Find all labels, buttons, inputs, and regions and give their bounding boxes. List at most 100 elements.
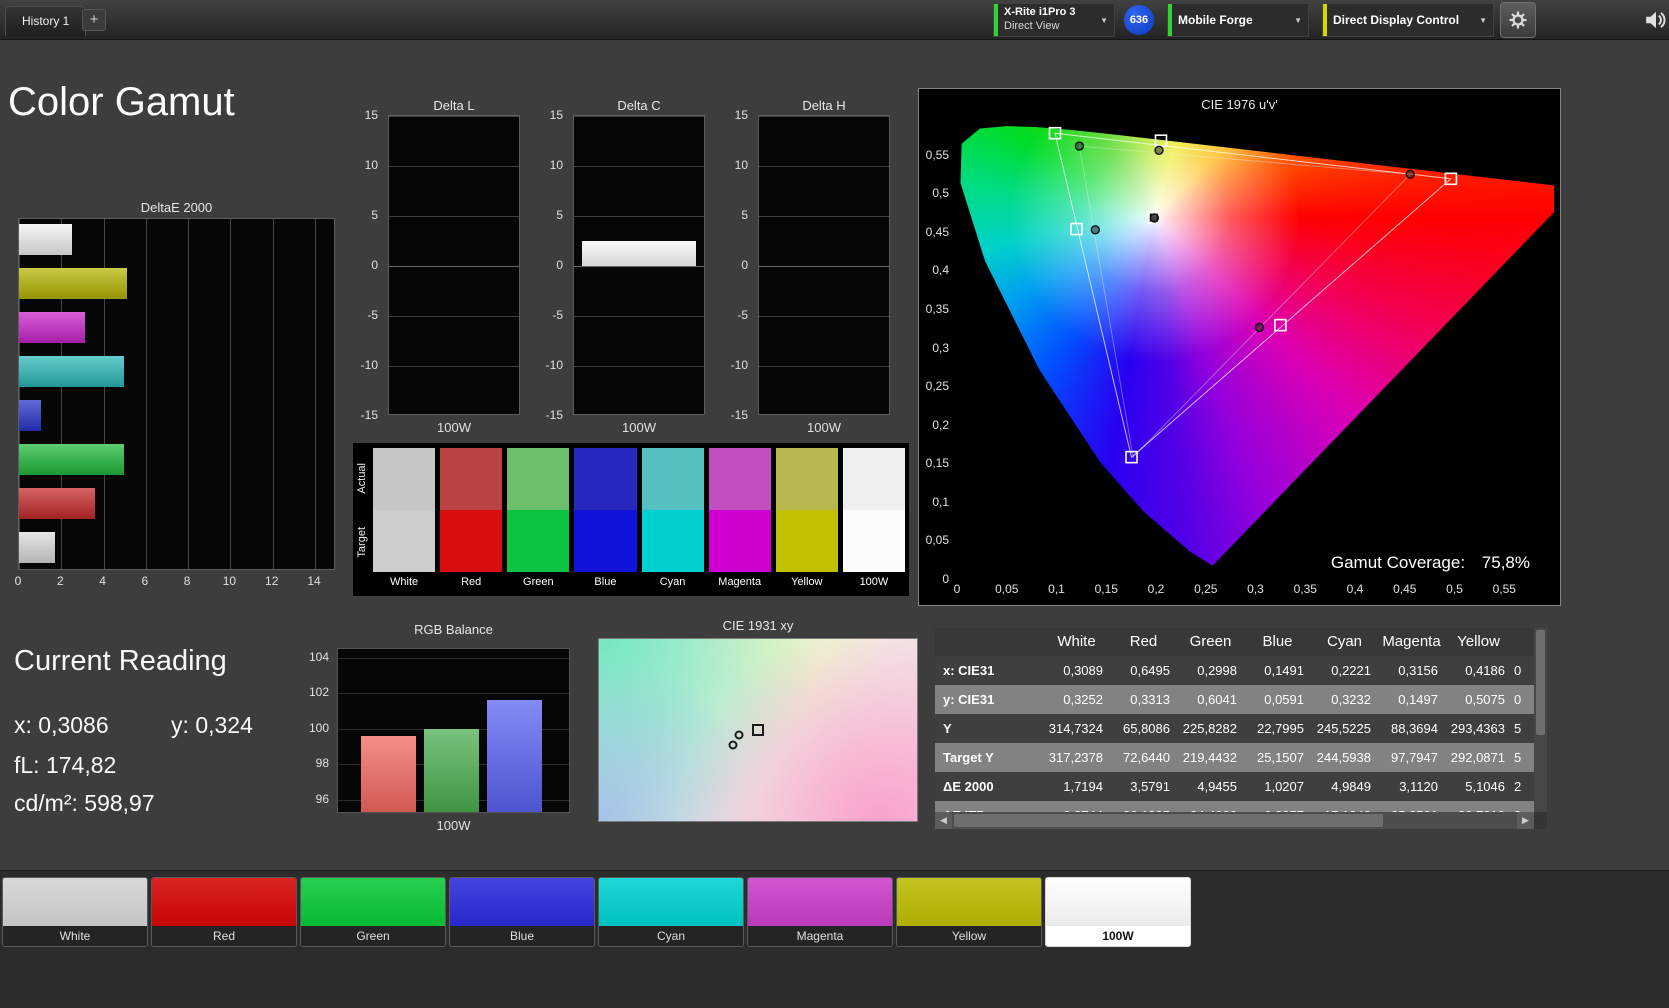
table-cell: 65,8086 <box>1110 714 1177 743</box>
patch-column-100w <box>842 448 905 572</box>
gridline <box>574 366 704 367</box>
delta-c-chart: Delta C 15 10 5 0 -5 -10 -15 100W <box>535 98 707 443</box>
delta-l-ylabels: 15 10 5 0 -5 -10 -15 <box>350 98 384 443</box>
horizontal-scroll-track[interactable] <box>952 812 1517 829</box>
display-control-dropdown[interactable]: Direct Display Control ▼ <box>1322 3 1494 37</box>
x-tick-label: 4 <box>99 574 106 588</box>
y-tick-label: -10 <box>545 358 563 372</box>
delta-c-title: Delta C <box>617 98 661 113</box>
y-tick-label: 0,55 <box>925 147 949 162</box>
y-tick-label: 15 <box>549 108 563 122</box>
patch-column-label: Magenta <box>718 576 762 588</box>
y-tick-label: 104 <box>308 649 329 664</box>
gridline <box>759 416 889 417</box>
table-header: Cyan <box>1311 628 1378 656</box>
patch-button-magenta[interactable]: Magenta <box>747 877 893 947</box>
delta-h-plot <box>758 115 890 417</box>
gridline <box>230 219 232 569</box>
patch-button-red[interactable]: Red <box>151 877 297 947</box>
deltae-chart-title: DeltaE 2000 <box>140 200 213 215</box>
scroll-right-button[interactable]: ▶ <box>1517 812 1534 829</box>
gridline <box>759 316 889 317</box>
patch-button-blue[interactable]: Blue <box>449 877 595 947</box>
table-row-label: Target Y <box>935 743 1043 772</box>
delta-h-chart: Delta H 15 10 5 0 -5 -10 -15 100W <box>720 98 892 443</box>
deltae-xlabels: 0 2 4 6 8 10 12 14 <box>14 574 335 590</box>
y-tick-label: 0,5 <box>932 186 949 201</box>
bottom-toolbar: WhiteRedGreenBlueCyanMagentaYellow100W ▲… <box>0 870 1669 1008</box>
horizontal-scroll-thumb[interactable] <box>954 814 1384 827</box>
cie1976-panel: CIE 1976 u'v' 0,55 0,5 0,45 0,4 0,35 0,3 0,25 0… <box>918 88 1561 606</box>
delta-l-plot <box>388 115 520 417</box>
delta-l-category: 100W <box>437 420 471 435</box>
table-cell: 5,1046 <box>1445 772 1512 801</box>
actual-swatch <box>842 448 905 510</box>
table-horizontal-scrollbar[interactable]: ◀ ▶ <box>935 812 1534 829</box>
speaker-button[interactable] <box>1644 8 1668 32</box>
scroll-left-button[interactable]: ◀ <box>935 812 952 829</box>
target-swatch <box>775 510 838 572</box>
delta-l-title: Delta L <box>433 98 475 113</box>
patch-swatch <box>301 878 445 926</box>
reading-fl: fL: 174,82 <box>14 752 116 779</box>
vertical-scroll-thumb[interactable] <box>1536 630 1545 735</box>
patch-button-100w[interactable]: 100W <box>1045 877 1191 947</box>
reading-cd: cd/m²: 598,97 <box>14 790 155 817</box>
patch-column-label: 100W <box>859 576 889 588</box>
table-cell: 25,1507 <box>1244 743 1311 772</box>
settings-button[interactable] <box>1500 2 1536 38</box>
table-cell: 225,8282 <box>1177 714 1244 743</box>
patch-button-yellow[interactable]: Yellow <box>896 877 1042 947</box>
patch-button-green[interactable]: Green <box>300 877 446 947</box>
meter-label: X-Rite i1Pro 3 Direct View <box>998 6 1082 34</box>
delta-h-ylabels: 15 10 5 0 -5 -10 -15 <box>720 98 754 443</box>
y-tick-label: -5 <box>737 308 748 322</box>
gamut-coverage: Gamut Coverage: 75,8% <box>1331 553 1530 573</box>
x-tick-label: 8 <box>183 574 191 588</box>
x-tick-label: 10 <box>222 574 237 588</box>
table-row-label: y: CIE31 <box>935 685 1043 714</box>
patch-button-white[interactable]: White <box>2 877 148 947</box>
table-cell: 0,1491 <box>1244 656 1311 685</box>
measured-marker <box>1149 213 1160 223</box>
rgb-balance-title: RGB Balance <box>414 622 493 637</box>
table-cell: 2 <box>1512 772 1534 801</box>
table-row-label: Y <box>935 714 1043 743</box>
patch-label: Green <box>301 926 445 946</box>
table-vertical-scrollbar[interactable] <box>1534 628 1547 812</box>
patch-label: Magenta <box>748 926 892 946</box>
y-tick-label: 5 <box>371 208 378 222</box>
gridline <box>574 216 704 217</box>
patch-swatch <box>599 878 743 926</box>
gridline <box>574 266 704 267</box>
source-dropdown[interactable]: Mobile Forge ▼ <box>1167 3 1309 37</box>
table-cell: 0,1497 <box>1378 685 1445 714</box>
x-tick-label: 0 <box>14 574 22 588</box>
deltae-bar-magenta <box>19 312 85 343</box>
add-tab-button[interactable]: + <box>82 9 106 31</box>
gridline <box>389 266 519 267</box>
table-cell: 293,4363 <box>1445 714 1512 743</box>
gridline <box>759 116 889 117</box>
table-cell: 0 <box>1512 685 1534 714</box>
history-tab[interactable]: History 1 <box>5 6 87 36</box>
meter-dropdown[interactable]: X-Rite i1Pro 3 Direct View ▼ <box>993 3 1115 37</box>
patch-button-cyan[interactable]: Cyan <box>598 877 744 947</box>
table-cell: 22,7995 <box>1244 714 1311 743</box>
top-bar: History 1 + X-Rite i1Pro 3 Direct View ▼… <box>0 0 1669 40</box>
gridline <box>389 416 519 417</box>
y-tick-label: 0 <box>556 258 563 272</box>
table-cell: 4,9849 <box>1311 772 1378 801</box>
actual-swatch <box>574 448 637 510</box>
table-cell: 219,4432 <box>1177 743 1244 772</box>
cie-markers <box>1048 126 1458 464</box>
delta-c-category: 100W <box>622 420 656 435</box>
strip-labels: White Red Green Blue Cyan Magenta Yellow 100W <box>373 576 905 588</box>
target-gamut-triangle <box>1054 132 1453 459</box>
gridline <box>759 366 889 367</box>
patch-column-yellow <box>775 448 838 572</box>
rgb-balance-chart: RGB Balance 104 102 100 98 96 100W <box>300 622 580 837</box>
gridline <box>389 316 519 317</box>
patch-column-white <box>373 448 436 572</box>
history-tab-label: History 1 <box>22 14 70 28</box>
